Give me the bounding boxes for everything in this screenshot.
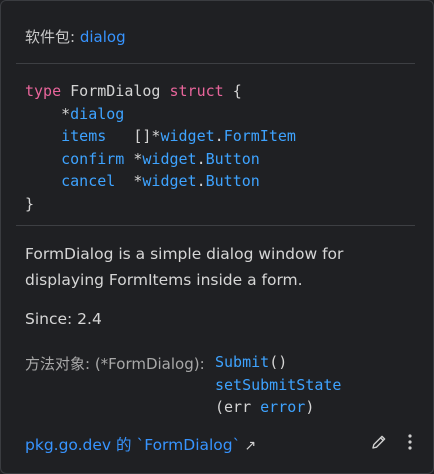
package-line: 软件包: dialog [25,26,126,47]
field-type: FormItem [223,127,296,145]
field-dot: . [196,172,206,190]
field-name: confirm [61,149,125,168]
field-type: Button [205,149,260,168]
field-dot: . [196,149,206,168]
external-link-icon: ↗ [244,438,257,454]
description: FormDialog is a simple dialog window for… [25,245,344,289]
close-brace: } [25,194,35,213]
methods-list: Submit() setSubmitState (err error) [215,351,341,419]
field-pkg: widget [160,127,215,145]
methods-label: 方法对象: (*FormDialog): [25,355,205,373]
field-star: []* [133,127,161,145]
args-open: (err [215,398,261,416]
keyword-type: type [25,82,62,100]
hover-tooltip-panel: 软件包: dialog type FormDialog struct { *di… [0,0,434,474]
divider-top [16,63,415,64]
pkg-go-dev-link-label: pkg.go.dev 的 `FormDialog` [25,436,241,454]
open-brace: { [232,82,242,100]
field-pkg: widget [142,149,197,168]
args-close: ) [305,398,315,416]
field-pkg: widget [142,172,197,190]
field-dot: . [214,127,224,145]
struct-type-name: FormDialog [70,82,161,100]
field-type: Button [205,172,260,190]
kebab-menu-icon[interactable] [399,431,421,453]
pencil-icon[interactable] [368,431,390,453]
method-item: Submit() [215,351,341,374]
field-name: items [61,127,107,145]
field-star: * [61,104,71,123]
method-item: setSubmitState [215,374,341,397]
field-type: dialog [70,104,125,123]
method-args: () [269,353,288,371]
field-name: cancel [61,172,116,190]
pkg-go-dev-link[interactable]: pkg.go.dev 的 `FormDialog` ↗ [25,433,256,455]
keyword-struct: struct [169,82,224,100]
package-link[interactable]: dialog [80,28,126,46]
divider-middle [16,225,415,226]
error-type-link[interactable]: error [260,398,305,416]
since-version: Since: 2.4 [25,310,102,328]
struct-definition: type FormDialog struct { *dialog items [… [25,80,296,215]
method-link-setsubmitstate[interactable]: setSubmitState [215,376,341,394]
method-link-submit[interactable]: Submit [215,353,269,371]
method-args-line: (err error) [215,396,341,419]
package-label: 软件包: [25,28,76,46]
